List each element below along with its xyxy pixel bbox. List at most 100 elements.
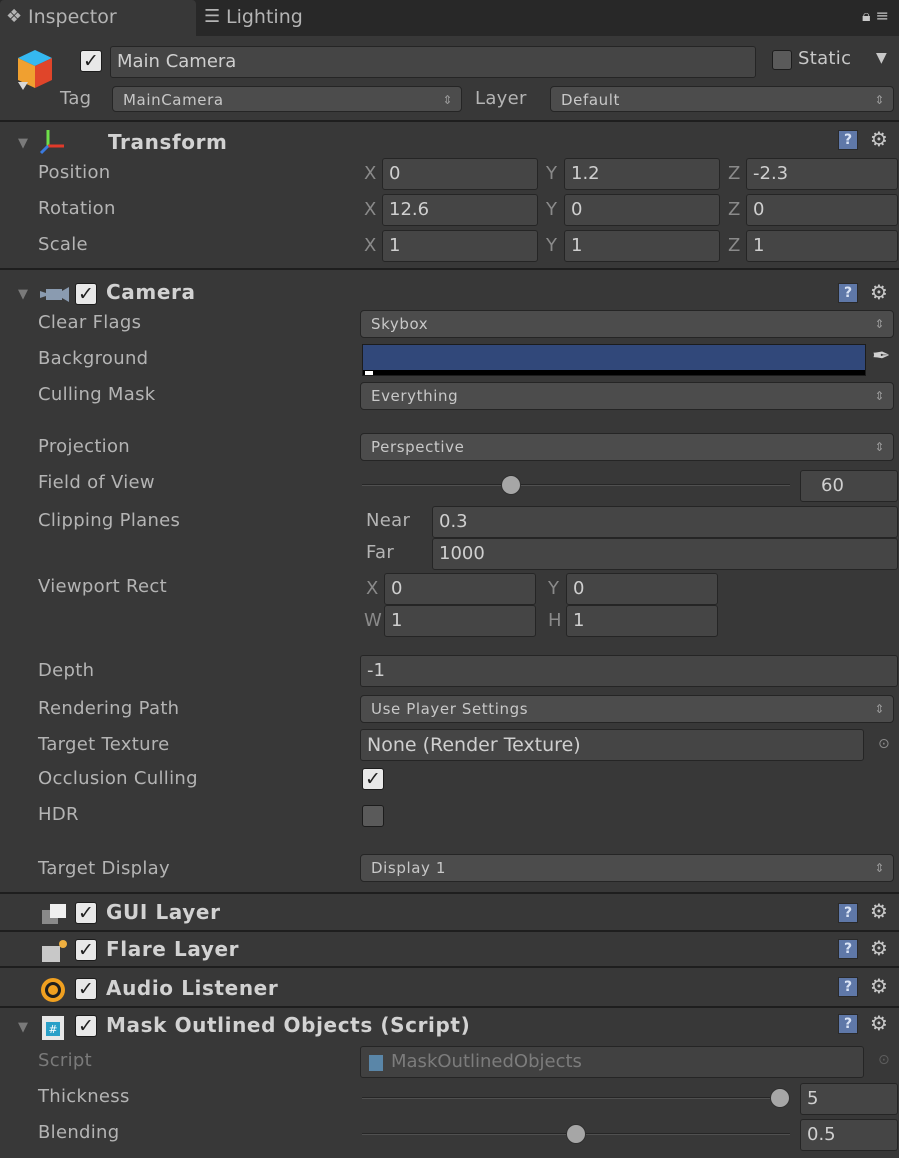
far-label: Far: [366, 542, 395, 563]
depth-label: Depth: [38, 660, 95, 681]
gear-icon[interactable]: ⚙: [870, 127, 888, 151]
axis-x-label: X: [364, 235, 377, 256]
gear-icon[interactable]: ⚙: [870, 899, 888, 923]
layer-dropdown[interactable]: Default ⇕: [550, 86, 894, 112]
culling-mask-dropdown[interactable]: Everything ⇕: [360, 382, 894, 410]
foldout-arrow-icon[interactable]: ▼: [18, 1020, 28, 1035]
transform-y-input[interactable]: 1.2: [564, 158, 720, 190]
thickness-label: Thickness: [38, 1086, 130, 1107]
audio-listener-icon: [38, 975, 68, 1005]
object-picker-icon: ⊙: [878, 1052, 890, 1068]
camera-enabled-checkbox[interactable]: ✓: [75, 283, 97, 305]
transform-row-label: Position: [38, 162, 111, 183]
fov-label: Field of View: [38, 472, 155, 493]
divider: [0, 892, 899, 894]
dropdown-arrow-icon: ⇕: [874, 861, 885, 875]
depth-input[interactable]: -1: [360, 655, 898, 687]
help-icon[interactable]: ?: [838, 903, 858, 923]
blending-slider-handle[interactable]: [566, 1124, 586, 1144]
target-texture-label: Target Texture: [38, 734, 170, 755]
axis-z-label: Z: [728, 163, 741, 184]
blending-value-input[interactable]: 0.5: [800, 1119, 898, 1151]
transform-x-input[interactable]: 12.6: [382, 194, 538, 226]
divider: [0, 120, 899, 122]
projection-label: Projection: [38, 436, 131, 457]
gear-icon[interactable]: ⚙: [870, 280, 888, 304]
help-icon[interactable]: ?: [838, 939, 858, 959]
gameobject-active-checkbox[interactable]: ✓: [80, 50, 102, 72]
object-picker-icon[interactable]: ⊙: [878, 736, 890, 752]
audio-listener-enabled-checkbox[interactable]: ✓: [75, 978, 97, 1000]
rendering-path-dropdown[interactable]: Use Player Settings ⇕: [360, 695, 894, 723]
gear-icon[interactable]: ⚙: [870, 1011, 888, 1035]
eyedropper-icon[interactable]: ✒: [872, 344, 890, 369]
target-display-dropdown[interactable]: Display 1 ⇕: [360, 854, 894, 882]
axis-x-label: X: [364, 163, 377, 184]
transform-z-input[interactable]: 1: [746, 230, 898, 262]
clipping-planes-label: Clipping Planes: [38, 510, 181, 531]
divider: [0, 1006, 899, 1008]
projection-dropdown[interactable]: Perspective ⇕: [360, 433, 894, 461]
transform-z-input[interactable]: 0: [746, 194, 898, 226]
gameobject-cube-icon: [14, 46, 56, 92]
vp-y-input[interactable]: 0: [566, 573, 718, 605]
lock-icon[interactable]: 🔒︎ ≡: [862, 6, 889, 26]
static-dropdown-icon[interactable]: ▼: [876, 50, 887, 66]
csharp-script-icon: #: [40, 1014, 68, 1042]
viewport-rect-label: Viewport Rect: [38, 576, 167, 597]
transform-row-label: Rotation: [38, 198, 116, 219]
near-input[interactable]: 0.3: [432, 506, 898, 538]
component-title: Flare Layer: [106, 937, 240, 961]
vp-w-label: W: [364, 610, 382, 631]
script-enabled-checkbox[interactable]: ✓: [75, 1015, 97, 1037]
help-icon[interactable]: ?: [838, 283, 858, 303]
foldout-arrow-icon[interactable]: ▼: [18, 136, 28, 151]
script-asset-icon: [369, 1055, 383, 1071]
vp-h-input[interactable]: 1: [566, 605, 718, 637]
blending-label: Blending: [38, 1122, 120, 1143]
help-icon[interactable]: ?: [838, 130, 858, 150]
occlusion-culling-checkbox[interactable]: ✓: [362, 768, 384, 790]
gear-icon[interactable]: ⚙: [870, 936, 888, 960]
object-name-input[interactable]: Main Camera: [110, 46, 756, 78]
transform-x-input[interactable]: 0: [382, 158, 538, 190]
transform-y-input[interactable]: 1: [564, 230, 720, 262]
vp-x-input[interactable]: 0: [384, 573, 536, 605]
info-icon: ❖: [6, 6, 23, 27]
target-texture-field[interactable]: None (Render Texture): [360, 729, 864, 761]
script-label: Script: [38, 1050, 93, 1071]
transform-x-input[interactable]: 1: [382, 230, 538, 262]
gui-layer-enabled-checkbox[interactable]: ✓: [75, 902, 97, 924]
gear-icon[interactable]: ⚙: [870, 974, 888, 998]
vp-w-input[interactable]: 1: [384, 605, 536, 637]
tab-lighting[interactable]: ☰ Lighting: [198, 0, 348, 36]
static-checkbox[interactable]: [772, 50, 792, 70]
axis-y-label: Y: [546, 235, 557, 256]
thickness-value-input[interactable]: 5: [800, 1083, 898, 1115]
transform-y-input[interactable]: 0: [564, 194, 720, 226]
fov-slider-handle[interactable]: [500, 475, 521, 495]
dropdown-arrow-icon: ⇕: [874, 93, 885, 107]
transform-z-input[interactable]: -2.3: [746, 158, 898, 190]
tag-dropdown[interactable]: MainCamera ⇕: [112, 86, 462, 112]
help-icon[interactable]: ?: [838, 977, 858, 997]
help-icon[interactable]: ?: [838, 1014, 858, 1034]
transform-icon: [38, 126, 68, 156]
flare-layer-enabled-checkbox[interactable]: ✓: [75, 939, 97, 961]
foldout-arrow-icon[interactable]: ▼: [18, 287, 28, 302]
clear-flags-dropdown[interactable]: Skybox ⇕: [360, 310, 894, 338]
transform-row-label: Scale: [38, 234, 88, 255]
vp-h-label: H: [548, 610, 562, 631]
tab-inspector[interactable]: ❖ Inspector: [0, 0, 196, 36]
divider: [0, 268, 899, 270]
static-label: Static: [798, 48, 852, 69]
fov-value-input[interactable]: 60: [800, 470, 898, 502]
thickness-slider-handle[interactable]: [770, 1088, 790, 1108]
hdr-checkbox[interactable]: [362, 805, 384, 827]
background-color-field[interactable]: [362, 344, 866, 376]
camera-icon: [38, 281, 70, 307]
far-input[interactable]: 1000: [432, 538, 898, 570]
layer-label: Layer: [475, 88, 527, 109]
fov-slider-track[interactable]: [362, 484, 790, 486]
thickness-slider-track[interactable]: [362, 1097, 790, 1099]
